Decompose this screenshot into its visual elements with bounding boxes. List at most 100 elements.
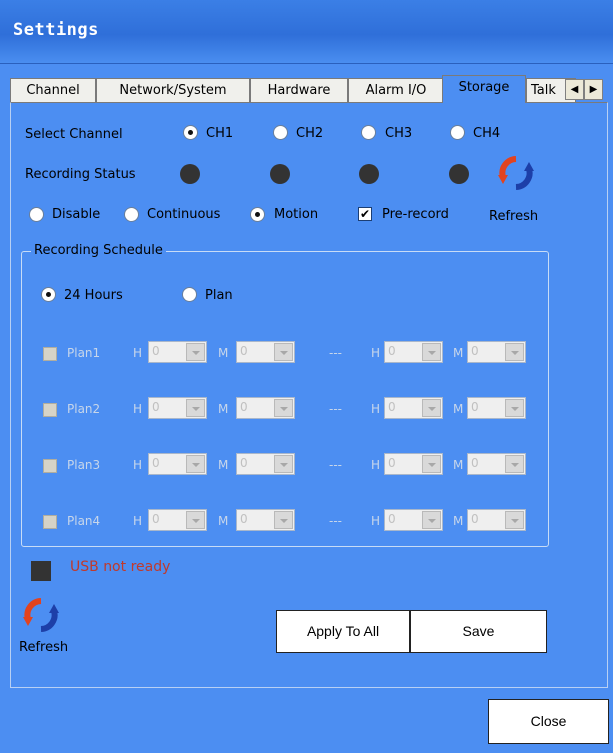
time-separator: --- — [329, 346, 342, 360]
radio-ch1[interactable] — [183, 125, 198, 140]
tab-scroll-left-icon[interactable]: ◀ — [565, 79, 584, 100]
start-minute-label: M — [218, 458, 229, 472]
end-hour-label: H — [371, 514, 381, 528]
close-button[interactable]: Close — [488, 699, 609, 744]
end-minute-label: M — [453, 346, 464, 360]
plan4-end-minute-select[interactable]: 0 — [467, 509, 526, 531]
radio-ch1-label: CH1 — [206, 126, 234, 141]
chevron-down-icon — [274, 399, 293, 417]
refresh-icon[interactable] — [23, 597, 59, 633]
tab-alarm-io[interactable]: Alarm I/O — [348, 78, 444, 103]
end-minute-label: M — [453, 514, 464, 528]
time-separator: --- — [329, 458, 342, 472]
chevron-down-icon — [274, 455, 293, 473]
radio-motion-label: Motion — [274, 207, 319, 222]
plan3-start-hour-select[interactable]: 0 — [148, 453, 207, 475]
plan2-checkbox[interactable] — [43, 403, 57, 417]
plan4-start-minute-select[interactable]: 0 — [236, 509, 295, 531]
start-minute-label: M — [218, 514, 229, 528]
radio-plan[interactable] — [182, 287, 197, 302]
chevron-down-icon — [186, 399, 205, 417]
chevron-down-icon — [422, 343, 441, 361]
plan1-label: Plan1 — [67, 346, 101, 360]
plan2-end-minute-select[interactable]: 0 — [467, 397, 526, 419]
plan4-end-hour-select[interactable]: 0 — [384, 509, 443, 531]
plan3-label: Plan3 — [67, 458, 101, 472]
plan1-start-minute-select[interactable]: 0 — [236, 341, 295, 363]
plan4-checkbox[interactable] — [43, 515, 57, 529]
plan3-end-hour-select[interactable]: 0 — [384, 453, 443, 475]
chevron-down-icon — [422, 511, 441, 529]
plan1-start-hour-select[interactable]: 0 — [148, 341, 207, 363]
start-hour-label: H — [133, 514, 143, 528]
time-separator: --- — [329, 402, 342, 416]
tab-scroll-right-icon[interactable]: ▶ — [584, 79, 603, 100]
radio-disable[interactable] — [29, 207, 44, 222]
chevron-down-icon — [505, 511, 524, 529]
usb-status-text: USB not ready — [70, 559, 171, 575]
refresh-icon[interactable] — [498, 155, 534, 191]
tab-storage[interactable]: Storage — [442, 75, 526, 103]
plan1-end-minute-select[interactable]: 0 — [467, 341, 526, 363]
chevron-down-icon — [186, 455, 205, 473]
radio-ch3[interactable] — [361, 125, 376, 140]
plan3-start-minute-select[interactable]: 0 — [236, 453, 295, 475]
select-channel-label: Select Channel — [25, 127, 123, 142]
tab-channel[interactable]: Channel — [10, 78, 96, 103]
start-hour-label: H — [133, 402, 143, 416]
radio-plan-label: Plan — [205, 288, 233, 303]
chevron-down-icon — [505, 343, 524, 361]
radio-ch2-label: CH2 — [296, 126, 324, 141]
radio-ch3-label: CH3 — [385, 126, 413, 141]
end-minute-label: M — [453, 458, 464, 472]
plan3-checkbox[interactable] — [43, 459, 57, 473]
time-separator: --- — [329, 514, 342, 528]
radio-24-hours[interactable] — [41, 287, 56, 302]
title-bar: Settings — [0, 0, 613, 64]
chevron-down-icon — [422, 455, 441, 473]
chevron-down-icon — [422, 399, 441, 417]
tab-network-system[interactable]: Network/System — [96, 78, 250, 103]
status-dot-icon — [180, 164, 200, 184]
start-minute-label: M — [218, 346, 229, 360]
tab-strip: Channel Network/System Hardware Alarm I/… — [10, 75, 613, 103]
plan1-end-hour-select[interactable]: 0 — [384, 341, 443, 363]
end-hour-label: H — [371, 458, 381, 472]
plan3-end-minute-select[interactable]: 0 — [467, 453, 526, 475]
chevron-down-icon — [505, 399, 524, 417]
start-hour-label: H — [133, 458, 143, 472]
refresh-bottom-label[interactable]: Refresh — [19, 640, 68, 655]
apply-to-all-button[interactable]: Apply To All — [276, 610, 410, 653]
end-minute-label: M — [453, 402, 464, 416]
radio-ch4-label: CH4 — [473, 126, 501, 141]
status-dot-icon — [270, 164, 290, 184]
plan4-start-hour-select[interactable]: 0 — [148, 509, 207, 531]
usb-status-icon — [31, 561, 51, 581]
radio-ch4[interactable] — [450, 125, 465, 140]
chevron-down-icon — [186, 511, 205, 529]
start-hour-label: H — [133, 346, 143, 360]
prerecord-checkbox[interactable]: ✔ — [358, 207, 372, 221]
radio-continuous-label: Continuous — [147, 207, 221, 222]
tab-hardware[interactable]: Hardware — [250, 78, 348, 103]
window-title: Settings — [13, 20, 99, 40]
radio-ch2[interactable] — [273, 125, 288, 140]
start-minute-label: M — [218, 402, 229, 416]
chevron-down-icon — [274, 511, 293, 529]
plan2-start-hour-select[interactable]: 0 — [148, 397, 207, 419]
radio-continuous[interactable] — [124, 207, 139, 222]
plan2-end-hour-select[interactable]: 0 — [384, 397, 443, 419]
plan2-start-minute-select[interactable]: 0 — [236, 397, 295, 419]
save-button[interactable]: Save — [410, 610, 547, 653]
plan1-checkbox[interactable] — [43, 347, 57, 361]
chevron-down-icon — [505, 455, 524, 473]
refresh-label[interactable]: Refresh — [489, 209, 538, 224]
end-hour-label: H — [371, 402, 381, 416]
recording-status-label: Recording Status — [25, 167, 136, 182]
radio-motion[interactable] — [250, 207, 265, 222]
plan2-label: Plan2 — [67, 402, 101, 416]
prerecord-label: Pre-record — [382, 207, 449, 222]
chevron-down-icon — [186, 343, 205, 361]
status-dot-icon — [359, 164, 379, 184]
end-hour-label: H — [371, 346, 381, 360]
